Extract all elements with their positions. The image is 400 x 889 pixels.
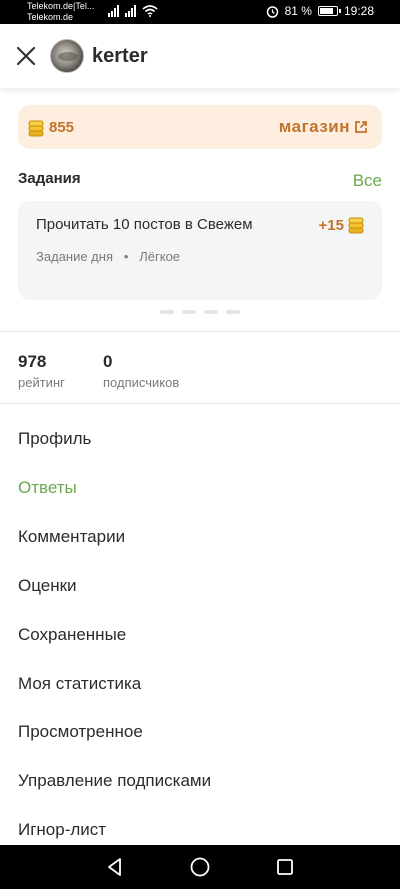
task-difficulty: Лёгкое bbox=[139, 249, 181, 264]
coin-icon bbox=[28, 120, 44, 137]
stat-subscribers[interactable]: 0 подписчиков bbox=[103, 352, 179, 390]
task-card[interactable]: Прочитать 10 постов в Свежем +15 Задание… bbox=[18, 201, 382, 300]
menu-item-subscriptions[interactable]: Управление подписками bbox=[18, 771, 382, 791]
carrier-line2: Telekom.de bbox=[27, 12, 74, 22]
task-name: Прочитать 10 постов в Свежем bbox=[36, 216, 253, 233]
back-icon[interactable] bbox=[104, 856, 126, 878]
signal-icon bbox=[108, 5, 119, 17]
recents-icon[interactable] bbox=[274, 856, 296, 878]
signal-icon bbox=[125, 5, 136, 17]
shop-label: магазин bbox=[278, 117, 350, 136]
menu-item-profile[interactable]: Профиль bbox=[18, 429, 382, 449]
status-bar: Telekom.de|Tel... Telekom.de 81 % 19:28 bbox=[0, 0, 400, 24]
task-type: Задание дня bbox=[36, 249, 113, 264]
task-reward-value: +15 bbox=[318, 216, 344, 234]
carrier-line1: Telekom.de|Tel... bbox=[27, 1, 95, 11]
stat-rating-label: рейтинг bbox=[18, 375, 65, 390]
pagination-dot bbox=[226, 310, 240, 314]
shop-link[interactable]: магазин bbox=[279, 117, 368, 137]
battery-icon bbox=[317, 6, 341, 16]
tasks-title: Задания bbox=[18, 170, 81, 187]
pagination-dot bbox=[204, 310, 218, 314]
divider bbox=[0, 331, 400, 332]
task-reward: +15 bbox=[319, 216, 364, 234]
menu-item-answers[interactable]: Ответы bbox=[18, 478, 382, 498]
avatar[interactable] bbox=[50, 39, 84, 73]
stat-subscribers-value: 0 bbox=[103, 352, 113, 371]
coin-icon bbox=[348, 217, 364, 234]
menu-item-saved[interactable]: Сохраненные bbox=[18, 625, 382, 645]
profile-header: kerter bbox=[0, 24, 400, 88]
stat-rating[interactable]: 978 рейтинг bbox=[18, 352, 65, 390]
stat-subscribers-label: подписчиков bbox=[103, 375, 180, 390]
coin-balance-bar: 855 магазин bbox=[18, 105, 382, 149]
task-meta: Задание дня • Лёгкое bbox=[36, 249, 180, 264]
carousel-pagination bbox=[160, 310, 240, 314]
clock: 19:28 bbox=[343, 4, 374, 18]
alarm-icon bbox=[266, 5, 278, 18]
home-icon[interactable] bbox=[189, 856, 211, 878]
pagination-dot bbox=[160, 310, 174, 314]
stat-rating-value: 978 bbox=[18, 352, 47, 371]
tasks-all-link[interactable]: Все bbox=[353, 171, 382, 191]
menu-item-viewed[interactable]: Просмотренное bbox=[18, 722, 382, 742]
username: kerter bbox=[92, 45, 148, 67]
menu-item-comments[interactable]: Комментарии bbox=[18, 527, 382, 547]
menu-item-ignore-list[interactable]: Игнор-лист bbox=[18, 820, 382, 840]
pagination-dot bbox=[182, 310, 196, 314]
coin-count: 855 bbox=[49, 119, 75, 136]
menu-item-statistics[interactable]: Моя статистика bbox=[18, 674, 382, 694]
wifi-icon bbox=[142, 5, 158, 17]
task-meta-separator: • bbox=[123, 249, 129, 264]
carrier-info: Telekom.de|Tel... Telekom.de bbox=[27, 1, 94, 23]
close-icon[interactable] bbox=[14, 44, 38, 68]
battery-percent: 81 % bbox=[284, 4, 312, 18]
divider bbox=[0, 403, 400, 404]
menu-item-ratings[interactable]: Оценки bbox=[18, 576, 382, 596]
system-nav-bar bbox=[0, 845, 400, 889]
external-link-icon bbox=[355, 121, 367, 133]
